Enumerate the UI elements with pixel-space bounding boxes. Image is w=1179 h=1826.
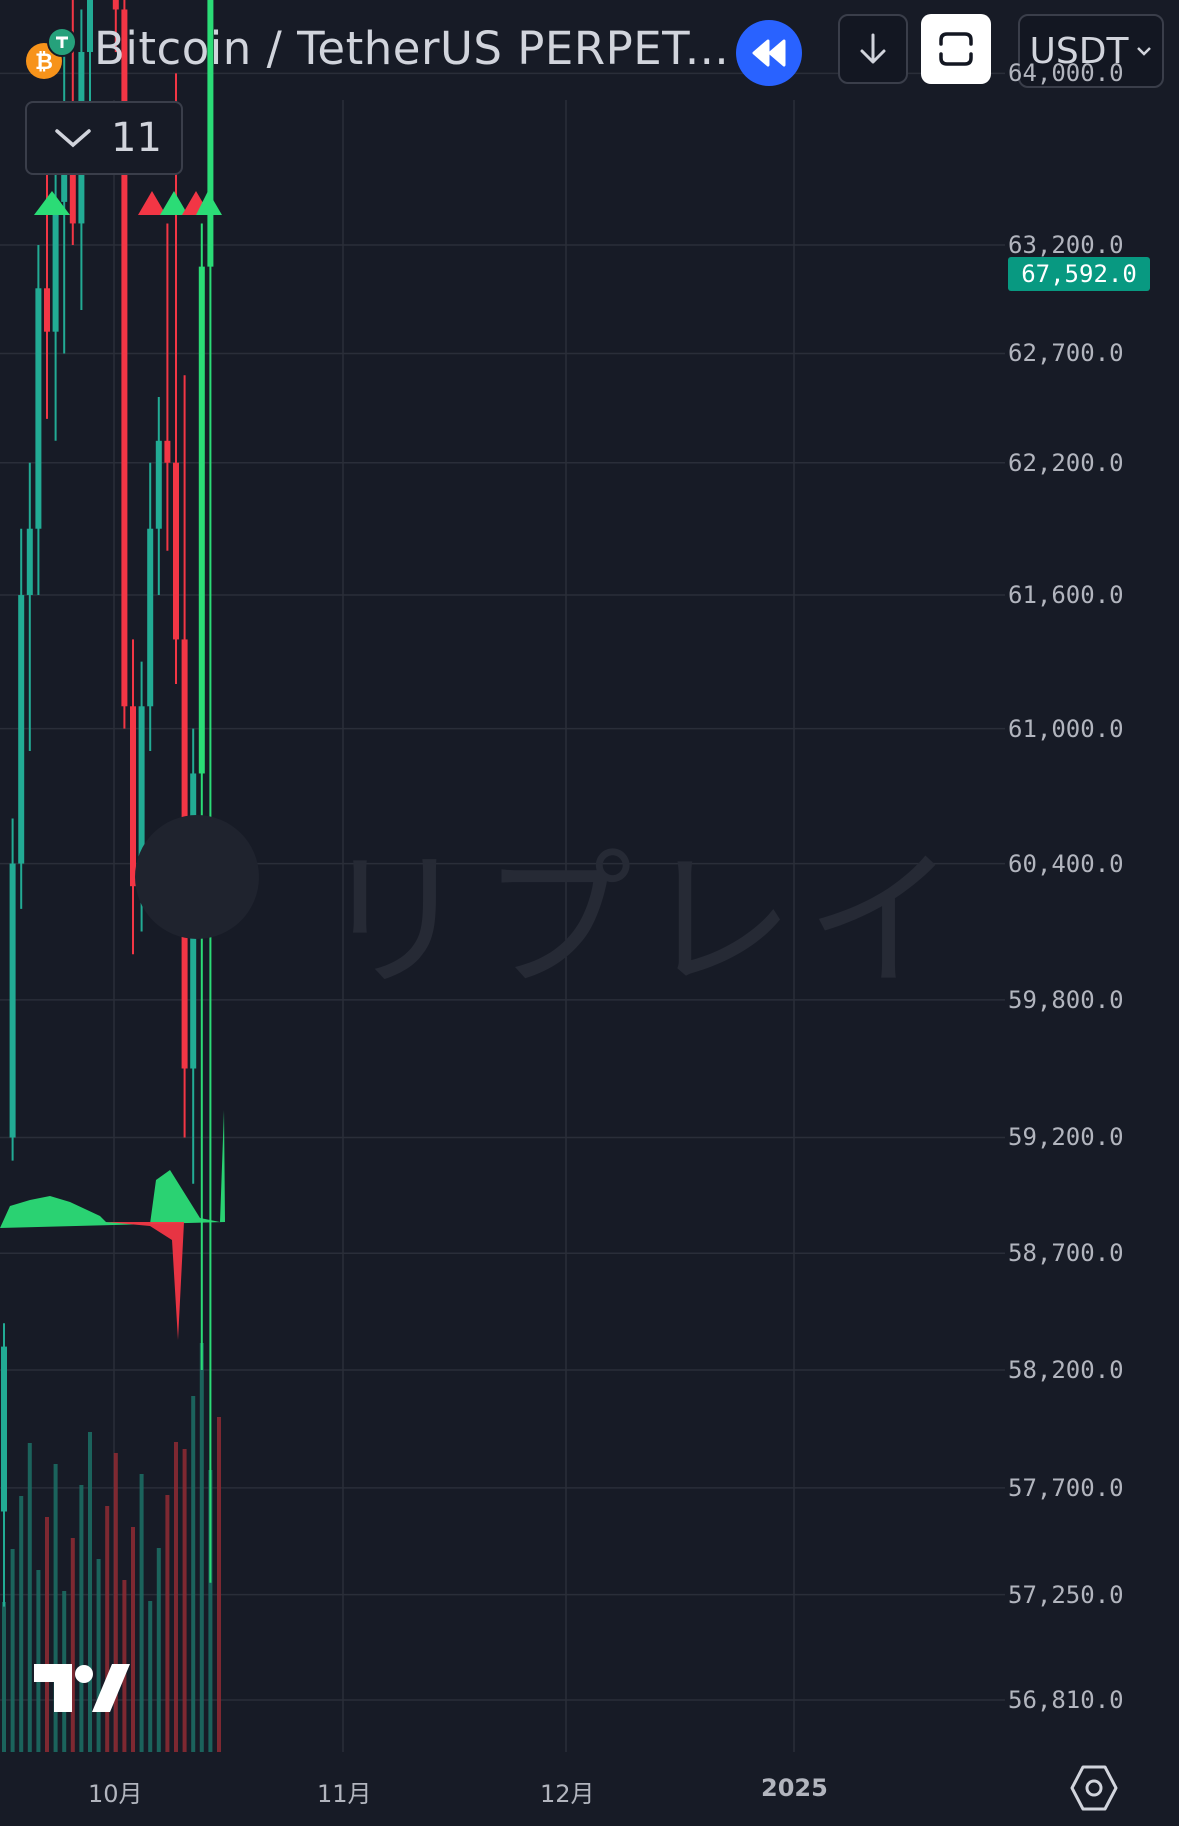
chevron-down-icon xyxy=(1137,47,1152,56)
price-tick-label: 57,700.0 xyxy=(1008,1473,1124,1502)
volume-bar xyxy=(2,1602,6,1752)
replay-rewind-icon xyxy=(752,39,786,67)
volume-bar xyxy=(156,1548,161,1752)
price-tick-label: 63,200.0 xyxy=(1008,231,1124,260)
price-tick-label: 58,200.0 xyxy=(1008,1356,1124,1385)
price-tick-label: 60,400.0 xyxy=(1008,849,1124,878)
fullscreen-button[interactable] xyxy=(921,14,991,84)
volume-bar xyxy=(165,1495,170,1752)
price-tick-label: 59,800.0 xyxy=(1008,985,1124,1014)
time-tick-label: 10月 xyxy=(88,1780,143,1808)
indicator-band-down xyxy=(106,1222,184,1340)
price-tick-label: 62,700.0 xyxy=(1008,339,1124,368)
replay-rewind-button[interactable] xyxy=(736,20,802,86)
volume-bar xyxy=(191,1396,196,1752)
price-tick-label: 56,810.0 xyxy=(1008,1686,1124,1714)
volume-bar xyxy=(70,1538,75,1752)
candle-body xyxy=(164,440,171,463)
candle-body xyxy=(52,201,59,332)
chart-header: ₿ Bitcoin / TetherUS PERPET... USDT xyxy=(0,0,1179,100)
sell-signal-marker xyxy=(160,191,188,215)
chevron-down-icon xyxy=(55,129,91,148)
bitcoin-icon: ₿ xyxy=(26,27,77,79)
price-tick-label: 61,000.0 xyxy=(1008,714,1124,743)
price-tick-label: 57,250.0 xyxy=(1008,1580,1124,1609)
chart-settings-button[interactable] xyxy=(1068,1762,1120,1814)
candle-body xyxy=(130,706,136,887)
time-tick-label: 11月 xyxy=(317,1780,372,1808)
volume-bar xyxy=(10,1549,15,1752)
price-tick-label: 64,000.0 xyxy=(1008,59,1124,88)
price-tick-label: 58,700.0 xyxy=(1008,1239,1124,1268)
indicators-toggle[interactable]: 11 xyxy=(25,101,183,175)
time-tick-label: 12月 xyxy=(540,1780,595,1808)
candle-body xyxy=(44,288,50,332)
volume-bar xyxy=(139,1474,144,1752)
volume-bar xyxy=(45,1517,49,1752)
volume-bar xyxy=(217,1417,221,1752)
candle-body xyxy=(198,266,205,774)
volume-bar xyxy=(131,1527,135,1752)
symbol-title[interactable]: Bitcoin / TetherUS PERPET... xyxy=(94,22,729,75)
replay-watermark: リプレイ xyxy=(320,835,969,1009)
indicator-band xyxy=(0,1110,225,1228)
download-button[interactable] xyxy=(838,14,908,84)
replay-watermark-icon xyxy=(135,815,259,939)
price-tick-label: 62,200.0 xyxy=(1008,448,1124,477)
volume-bar xyxy=(174,1442,178,1752)
current-price-tag: 67,592.0 xyxy=(1008,257,1150,291)
candle-body xyxy=(18,595,25,864)
download-arrow-icon xyxy=(860,33,886,64)
time-tick-label: 2025 xyxy=(761,1774,828,1802)
volume-bar xyxy=(19,1496,24,1752)
candle-body xyxy=(173,462,179,640)
candle-body xyxy=(35,288,42,529)
indicator-count: 11 xyxy=(111,115,162,161)
volume-bar xyxy=(148,1601,153,1752)
svg-text:₿: ₿ xyxy=(35,50,53,75)
candle-body xyxy=(155,440,162,529)
candle-body xyxy=(9,863,16,1138)
candle-body xyxy=(1,1346,7,1512)
candle-body xyxy=(147,528,154,707)
price-tick-label: 59,200.0 xyxy=(1008,1123,1124,1152)
candle-body xyxy=(26,528,33,596)
volume-bar xyxy=(199,1343,204,1752)
tradingview-logo xyxy=(34,1664,130,1712)
settings-icon xyxy=(1085,1779,1103,1797)
sell-signal-marker xyxy=(138,191,166,215)
fullscreen-icon xyxy=(939,32,973,66)
volume-bar xyxy=(182,1449,187,1752)
price-tick-label: 61,600.0 xyxy=(1008,581,1124,610)
volume-bar xyxy=(96,1559,101,1752)
